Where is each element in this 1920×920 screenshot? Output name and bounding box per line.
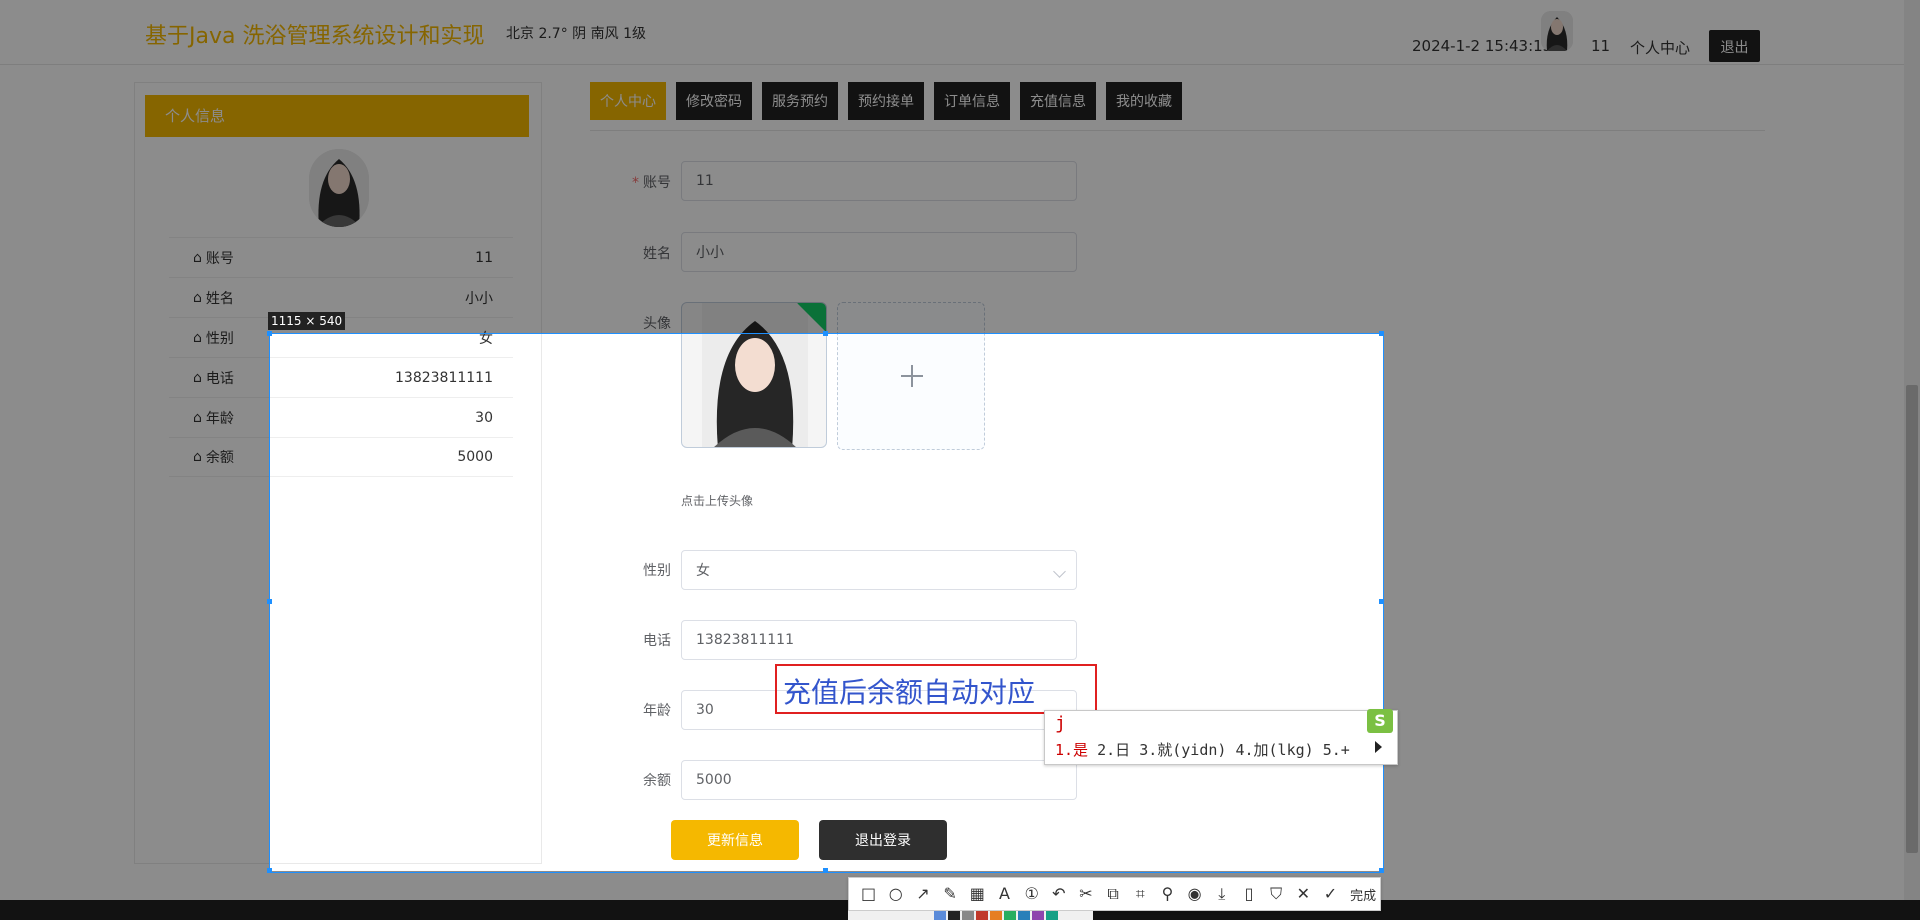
bookmark-icon[interactable]: ⛉ (1265, 882, 1288, 906)
dim-overlay-top (0, 0, 1920, 333)
pen-tool-icon[interactable]: ✎ (939, 882, 962, 906)
phone-label: 电话 (643, 633, 671, 649)
color-swatch[interactable] (1018, 911, 1030, 920)
resize-handle[interactable] (267, 331, 272, 336)
age-label: 年龄 (643, 703, 671, 719)
close-icon[interactable]: ✕ (1292, 882, 1315, 906)
ime-candidates: 1.是 2.日 3.就(yidn) 4.加(lkg) 5.+ (1055, 739, 1350, 760)
done-button[interactable]: 完成 (1346, 885, 1380, 904)
ime-candidate[interactable]: 2.日 (1097, 741, 1130, 759)
dim-overlay-right (1383, 333, 1920, 871)
color-swatch[interactable] (962, 911, 974, 920)
ime-candidate[interactable]: 4.加(lkg) (1235, 741, 1313, 759)
gender-select[interactable] (681, 550, 1077, 590)
color-swatch[interactable] (976, 911, 988, 920)
resize-handle[interactable] (267, 599, 272, 604)
scissors-icon[interactable]: ✂ (1074, 882, 1097, 906)
resize-handle[interactable] (1379, 599, 1384, 604)
copy-icon[interactable]: ⧉ (1102, 882, 1125, 906)
phone-icon[interactable]: ▯ (1237, 882, 1260, 906)
record-icon[interactable]: ◉ (1183, 882, 1206, 906)
color-swatch[interactable] (934, 911, 946, 920)
gender-label: 性别 (643, 563, 671, 579)
rectangle-tool-icon[interactable]: □ (857, 882, 880, 906)
ellipse-tool-icon[interactable]: ○ (884, 882, 907, 906)
upload-tip: 点击上传头像 (681, 494, 754, 508)
phone-input[interactable] (681, 620, 1077, 660)
color-swatch[interactable] (1004, 911, 1016, 920)
undo-icon[interactable]: ↶ (1047, 882, 1070, 906)
ime-next-page-icon[interactable] (1375, 741, 1382, 753)
ime-candidate-window: j S 1.是 2.日 3.就(yidn) 4.加(lkg) 5.+ (1044, 709, 1398, 765)
download-icon[interactable]: ⤓ (1210, 882, 1233, 906)
resize-handle[interactable] (1379, 331, 1384, 336)
check-icon[interactable]: ✓ (1319, 882, 1342, 906)
ime-candidate[interactable]: 3.就(yidn) (1139, 741, 1226, 759)
selection-size-label: 1115 × 540 (268, 312, 346, 330)
screenshot-toolbar: □ ○ ↗ ✎ ▦ A ① ↶ ✂ ⧉ ⌗ ⚲ ◉ ⤓ ▯ ⛉ ✕ ✓ 完成 (848, 877, 1381, 911)
pin-icon[interactable]: ⚲ (1156, 882, 1179, 906)
color-swatch[interactable] (1032, 911, 1044, 920)
annotation-text[interactable]: 充值后余额自动对应 (783, 671, 1035, 711)
ime-logo-icon: S (1367, 709, 1393, 733)
exit-login-button[interactable]: 退出登录 (819, 820, 947, 860)
arrow-tool-icon[interactable]: ↗ (911, 882, 934, 906)
resize-handle[interactable] (823, 868, 828, 873)
dim-overlay-left (0, 333, 269, 871)
resize-handle[interactable] (1379, 868, 1384, 873)
ime-candidate[interactable]: 1.是 (1055, 741, 1088, 759)
resize-handle[interactable] (267, 868, 272, 873)
text-tool-icon[interactable]: A (993, 882, 1016, 906)
update-info-button[interactable]: 更新信息 (671, 820, 799, 860)
ime-candidate[interactable]: 5.+ (1323, 741, 1350, 759)
ime-input-text: j (1055, 713, 1066, 734)
balance-label: 余额 (643, 773, 671, 789)
resize-handle[interactable] (823, 331, 828, 336)
color-swatch[interactable] (1046, 911, 1058, 920)
mosaic-tool-icon[interactable]: ▦ (966, 882, 989, 906)
number-tool-icon[interactable]: ① (1020, 882, 1043, 906)
color-palette (848, 911, 1093, 920)
scan-icon[interactable]: ⌗ (1129, 882, 1152, 906)
balance-input[interactable] (681, 760, 1077, 800)
color-swatch[interactable] (990, 911, 1002, 920)
color-swatch[interactable] (948, 911, 960, 920)
